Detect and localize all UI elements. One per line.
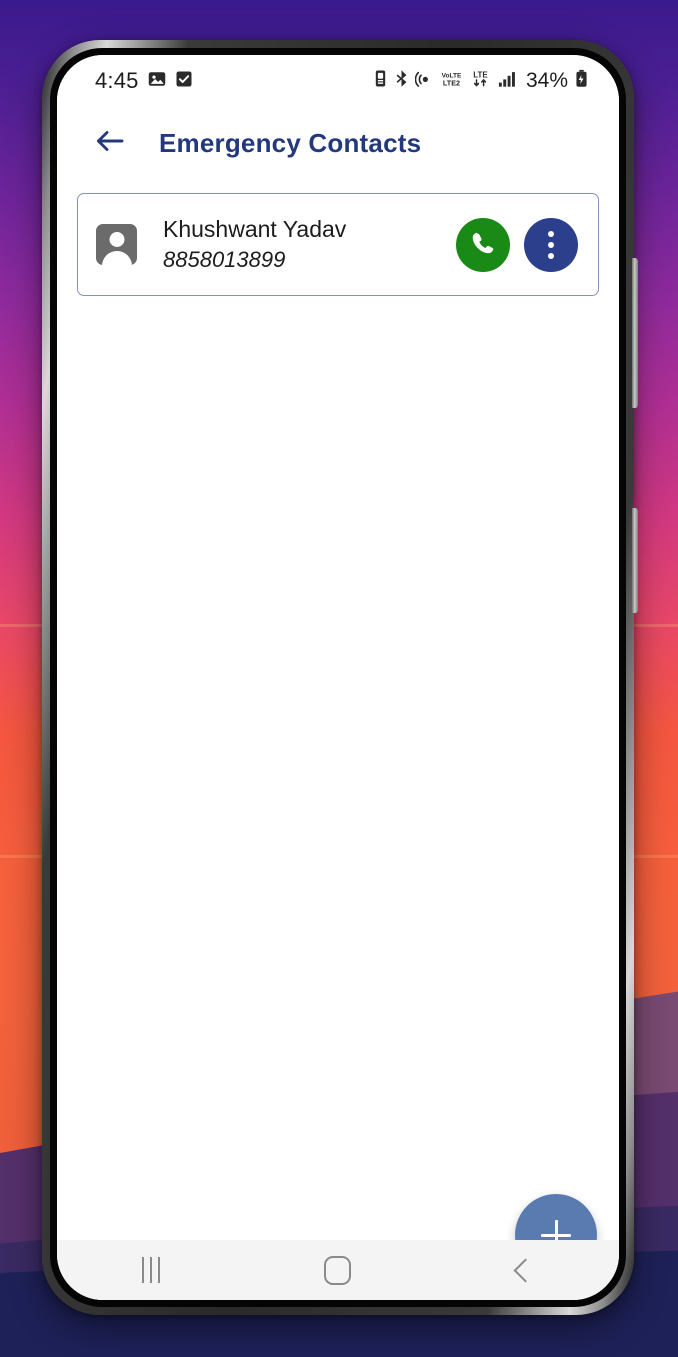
power-button[interactable] [632, 508, 638, 613]
contact-name: Khushwant Yadav [163, 215, 347, 242]
phone-call-icon [469, 229, 497, 260]
status-bar-left: 4:45 [95, 68, 193, 94]
page-title: Emergency Contacts [159, 127, 422, 158]
phone-device-frame: 4:45 VoLTE LTE2 LTE 34% Emergency Contac… [42, 40, 638, 1315]
image-icon [148, 70, 166, 93]
home-icon [324, 1255, 352, 1285]
contact-card-actions [456, 217, 578, 272]
status-bar: 4:45 VoLTE LTE2 LTE 34% [57, 55, 619, 107]
overflow-menu-icon [548, 252, 554, 259]
battery-saver-icon [574, 69, 589, 93]
contact-avatar-icon [96, 224, 137, 265]
status-bar-right: VoLTE LTE2 LTE 34% [373, 69, 589, 93]
phone-screen: 4:45 VoLTE LTE2 LTE 34% Emergency Contac… [57, 55, 619, 1300]
overflow-menu-button[interactable] [524, 217, 578, 272]
alarm-icon [373, 69, 388, 93]
overflow-menu-icon [548, 230, 554, 237]
home-button[interactable] [244, 1240, 431, 1300]
back-chevron-icon [513, 1257, 538, 1283]
back-nav-button[interactable] [432, 1240, 619, 1300]
battery-percent-label: 34% [525, 69, 568, 92]
system-navigation-bar [57, 1240, 619, 1300]
hotspot-icon [414, 69, 434, 93]
svg-text:LTE: LTE [473, 71, 487, 80]
signal-bars-icon [498, 69, 518, 93]
contact-phone: 8858013899 [163, 246, 286, 272]
recents-button[interactable] [57, 1240, 244, 1300]
status-clock: 4:45 [95, 68, 139, 93]
volte2-icon: VoLTE LTE2 [440, 69, 463, 93]
app-bar: Emergency Contacts [57, 107, 619, 179]
svg-text:LTE2: LTE2 [443, 79, 460, 88]
lte-data-arrows-icon: LTE [469, 69, 492, 93]
contact-card[interactable]: Khushwant Yadav 8858013899 [77, 193, 599, 296]
volume-button[interactable] [632, 258, 638, 408]
back-button[interactable] [87, 120, 133, 166]
contacts-list-container: Khushwant Yadav 8858013899 [57, 179, 619, 1300]
phone-bezel: 4:45 VoLTE LTE2 LTE 34% Emergency Contac… [50, 48, 626, 1307]
bluetooth-icon [394, 69, 409, 93]
call-button[interactable] [456, 217, 510, 272]
recents-icon [141, 1257, 160, 1283]
checkbox-checked-icon [175, 70, 193, 93]
contact-details: Khushwant Yadav 8858013899 [163, 215, 456, 274]
overflow-menu-icon [548, 241, 554, 248]
arrow-left-icon [95, 128, 125, 159]
